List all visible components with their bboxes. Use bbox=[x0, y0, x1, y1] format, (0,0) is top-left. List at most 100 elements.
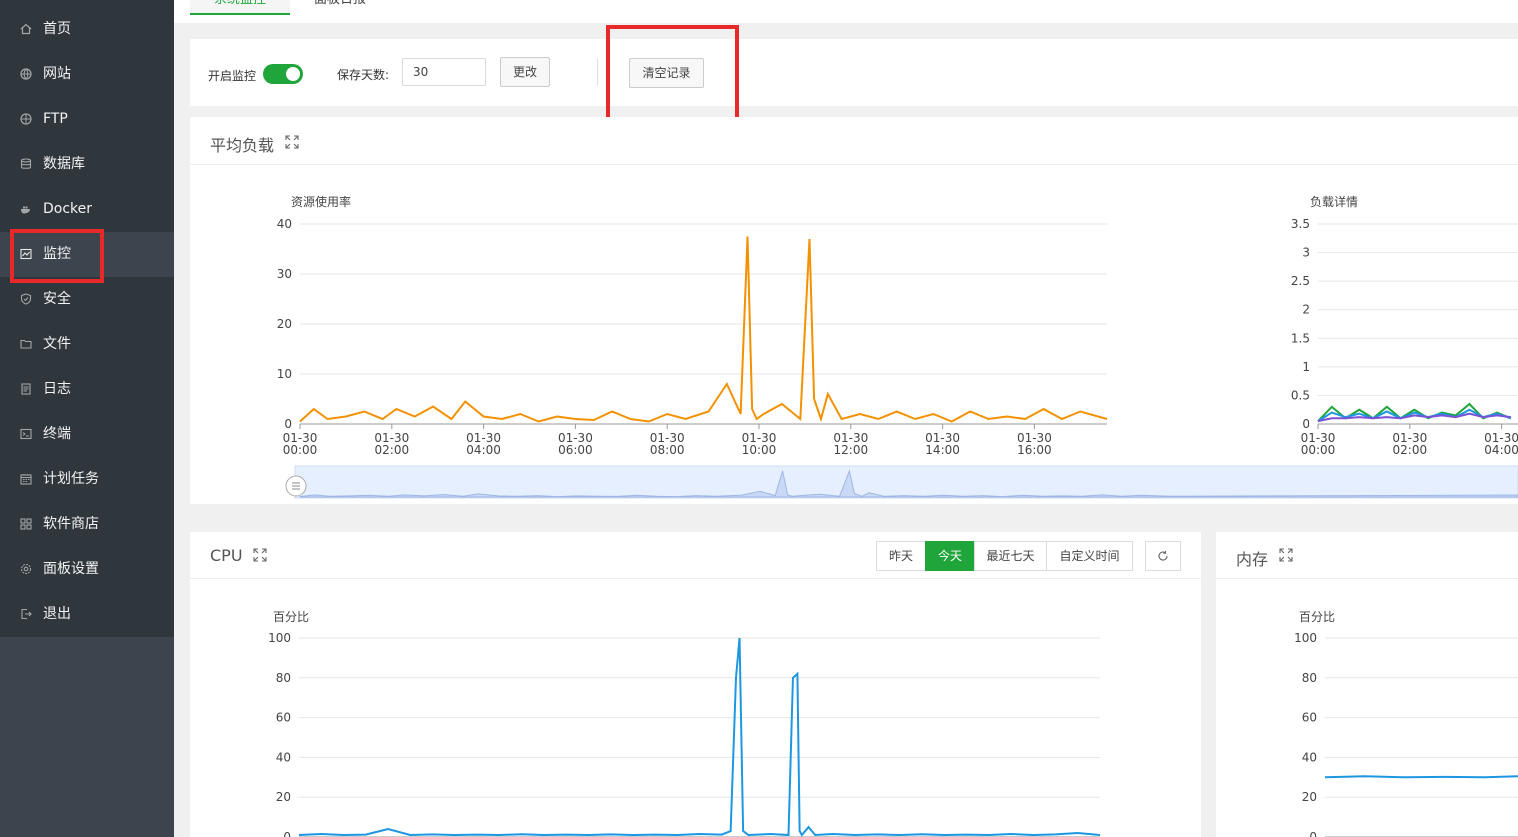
y-tick-label: 0 bbox=[283, 830, 291, 837]
sidebar-item-ftp[interactable]: FTP bbox=[0, 97, 174, 142]
x-tick-label: 02:00 bbox=[375, 443, 410, 457]
sidebar-item-home[interactable]: 首页 bbox=[0, 7, 174, 52]
sidebar-top bbox=[0, 0, 174, 7]
x-tick-label: 04:00 bbox=[466, 443, 501, 457]
x-tick-label: 16:00 bbox=[1017, 443, 1052, 457]
sidebar-item-terminal[interactable]: 终端 bbox=[0, 412, 174, 457]
sidebar-item-settings[interactable]: 面板设置 bbox=[0, 547, 174, 592]
sidebar-item-label: 计划任务 bbox=[43, 471, 99, 487]
sidebar-menu: 首页 网站 FTP 数据库 Docker 监控 安全 文件 日志 终端 计划任务… bbox=[0, 7, 174, 637]
sidebar-item-label: FTP bbox=[43, 111, 68, 127]
log-icon bbox=[21, 383, 31, 395]
sidebar-item-label: 监控 bbox=[43, 246, 71, 262]
sidebar-item-label: 日志 bbox=[43, 381, 71, 397]
monitor-toolbar: 开启监控 保存天数: 更改 清空记录 bbox=[190, 39, 1518, 106]
tab-system-monitor[interactable]: 系统监控 bbox=[190, 0, 290, 15]
sidebar-item-label: 面板设置 bbox=[43, 561, 99, 577]
sidebar-item-label: 文件 bbox=[43, 336, 71, 352]
sidebar-item-database[interactable]: 数据库 bbox=[0, 142, 174, 187]
x-tick-label: 14:00 bbox=[925, 443, 960, 457]
y-tick-label: 3 bbox=[1302, 246, 1310, 260]
sidebar-item-label: 退出 bbox=[43, 606, 71, 622]
refresh-button[interactable] bbox=[1145, 541, 1181, 571]
sidebar-item-label: 首页 bbox=[43, 21, 71, 37]
y-tick-label: 2 bbox=[1302, 303, 1310, 317]
enable-monitor-toggle[interactable] bbox=[263, 64, 303, 84]
data-zoom-slider[interactable] bbox=[294, 465, 1518, 499]
x-tick-label: 08:00 bbox=[650, 443, 685, 457]
gear-icon bbox=[20, 563, 32, 575]
sidebar-item-label: 安全 bbox=[43, 291, 71, 307]
range-last-7-days-button[interactable]: 最近七天 bbox=[974, 541, 1047, 571]
sidebar-item-label: 软件商店 bbox=[43, 516, 99, 532]
load-left-chart-label: 资源使用率 bbox=[291, 194, 351, 209]
range-today-button[interactable]: 今天 bbox=[925, 541, 975, 571]
sidebar-item-security[interactable]: 安全 bbox=[0, 277, 174, 322]
load-charts: 资源使用率 负载详情 01020304001-3000:0001-3002:00… bbox=[277, 194, 1518, 499]
sidebar-item-cron[interactable]: 计划任务 bbox=[0, 457, 174, 502]
x-tick-label: 06:00 bbox=[558, 443, 593, 457]
x-tick-label: 00:00 bbox=[283, 443, 318, 457]
y-tick-label: 3.5 bbox=[1291, 217, 1310, 231]
y-tick-label: 100 bbox=[268, 631, 291, 645]
sidebar-item-label: 网站 bbox=[43, 66, 71, 82]
sidebar-item-label: Docker bbox=[43, 201, 93, 217]
memory-chart-label: 百分比 bbox=[1299, 610, 1335, 624]
memory-card: 内存 百分比 0 20 40 60 80 100 bbox=[1216, 532, 1518, 837]
y-tick-label: 40 bbox=[1302, 750, 1317, 764]
grid-icon bbox=[20, 518, 32, 530]
sidebar-item-label: 数据库 bbox=[43, 156, 85, 172]
keep-days-input[interactable] bbox=[402, 58, 486, 86]
memory-card-title: 内存 bbox=[1236, 550, 1269, 569]
sidebar-item-monitor[interactable]: 监控 bbox=[0, 232, 174, 277]
sidebar-item-label: 终端 bbox=[43, 426, 71, 442]
y-tick-label: 60 bbox=[1302, 711, 1317, 725]
x-tick-label: 12:00 bbox=[834, 443, 869, 457]
y-tick-label: 30 bbox=[277, 267, 292, 281]
expand-icon[interactable] bbox=[285, 135, 299, 149]
y-tick-label: 80 bbox=[1302, 671, 1317, 685]
y-tick-label: 20 bbox=[276, 790, 291, 804]
y-tick-label: 20 bbox=[277, 317, 292, 331]
x-tick-label: 00:00 bbox=[1301, 443, 1336, 457]
toggle-knob bbox=[286, 67, 300, 81]
x-tick-label: 02:00 bbox=[1393, 443, 1428, 457]
sidebar-item-files[interactable]: 文件 bbox=[0, 322, 174, 367]
y-tick-label: 80 bbox=[276, 671, 291, 685]
y-tick-label: 20 bbox=[1302, 790, 1317, 804]
tab-panel-daily[interactable]: 面板日报 bbox=[314, 0, 366, 13]
cpu-card-title: CPU bbox=[210, 546, 243, 565]
x-tick-label: 10:00 bbox=[742, 443, 777, 457]
x-tick-label: 04:00 bbox=[1484, 443, 1518, 457]
logout-icon bbox=[21, 608, 32, 620]
home-icon bbox=[20, 23, 32, 35]
range-yesterday-button[interactable]: 昨天 bbox=[876, 541, 926, 571]
refresh-icon bbox=[1158, 551, 1168, 561]
sidebar-item-website[interactable]: 网站 bbox=[0, 52, 174, 97]
clear-records-button[interactable]: 清空记录 bbox=[629, 58, 704, 88]
series-line bbox=[298, 637, 1101, 837]
monitor-icon bbox=[20, 248, 32, 260]
y-tick-label: 1 bbox=[1302, 360, 1310, 374]
docker-icon bbox=[21, 206, 30, 214]
y-tick-label: 0 bbox=[284, 417, 292, 431]
sidebar-item-store[interactable]: 软件商店 bbox=[0, 502, 174, 547]
sidebar-item-logs[interactable]: 日志 bbox=[0, 367, 174, 412]
sidebar-item-logout[interactable]: 退出 bbox=[0, 592, 174, 637]
expand-icon[interactable] bbox=[1279, 548, 1293, 562]
y-tick-label: 0 bbox=[1309, 830, 1317, 837]
database-icon bbox=[20, 158, 32, 169]
expand-icon[interactable] bbox=[253, 548, 267, 562]
y-tick-label: 60 bbox=[276, 711, 291, 725]
folder-icon bbox=[20, 339, 32, 349]
sidebar-item-docker[interactable]: Docker bbox=[0, 187, 174, 232]
enable-monitor-label: 开启监控 bbox=[208, 69, 257, 83]
cpu-chart: 百分比 0 20 40 60 80 100 bbox=[268, 610, 1101, 837]
range-custom-button[interactable]: 自定义时间 bbox=[1046, 541, 1133, 571]
change-days-button[interactable]: 更改 bbox=[500, 57, 550, 87]
y-tick-label: 40 bbox=[277, 217, 292, 231]
shield-icon bbox=[20, 293, 32, 305]
cpu-chart-label: 百分比 bbox=[273, 610, 309, 624]
load-card-title: 平均负载 bbox=[210, 136, 275, 155]
sidebar: 首页 网站 FTP 数据库 Docker 监控 安全 文件 日志 终端 计划任务… bbox=[0, 0, 174, 837]
